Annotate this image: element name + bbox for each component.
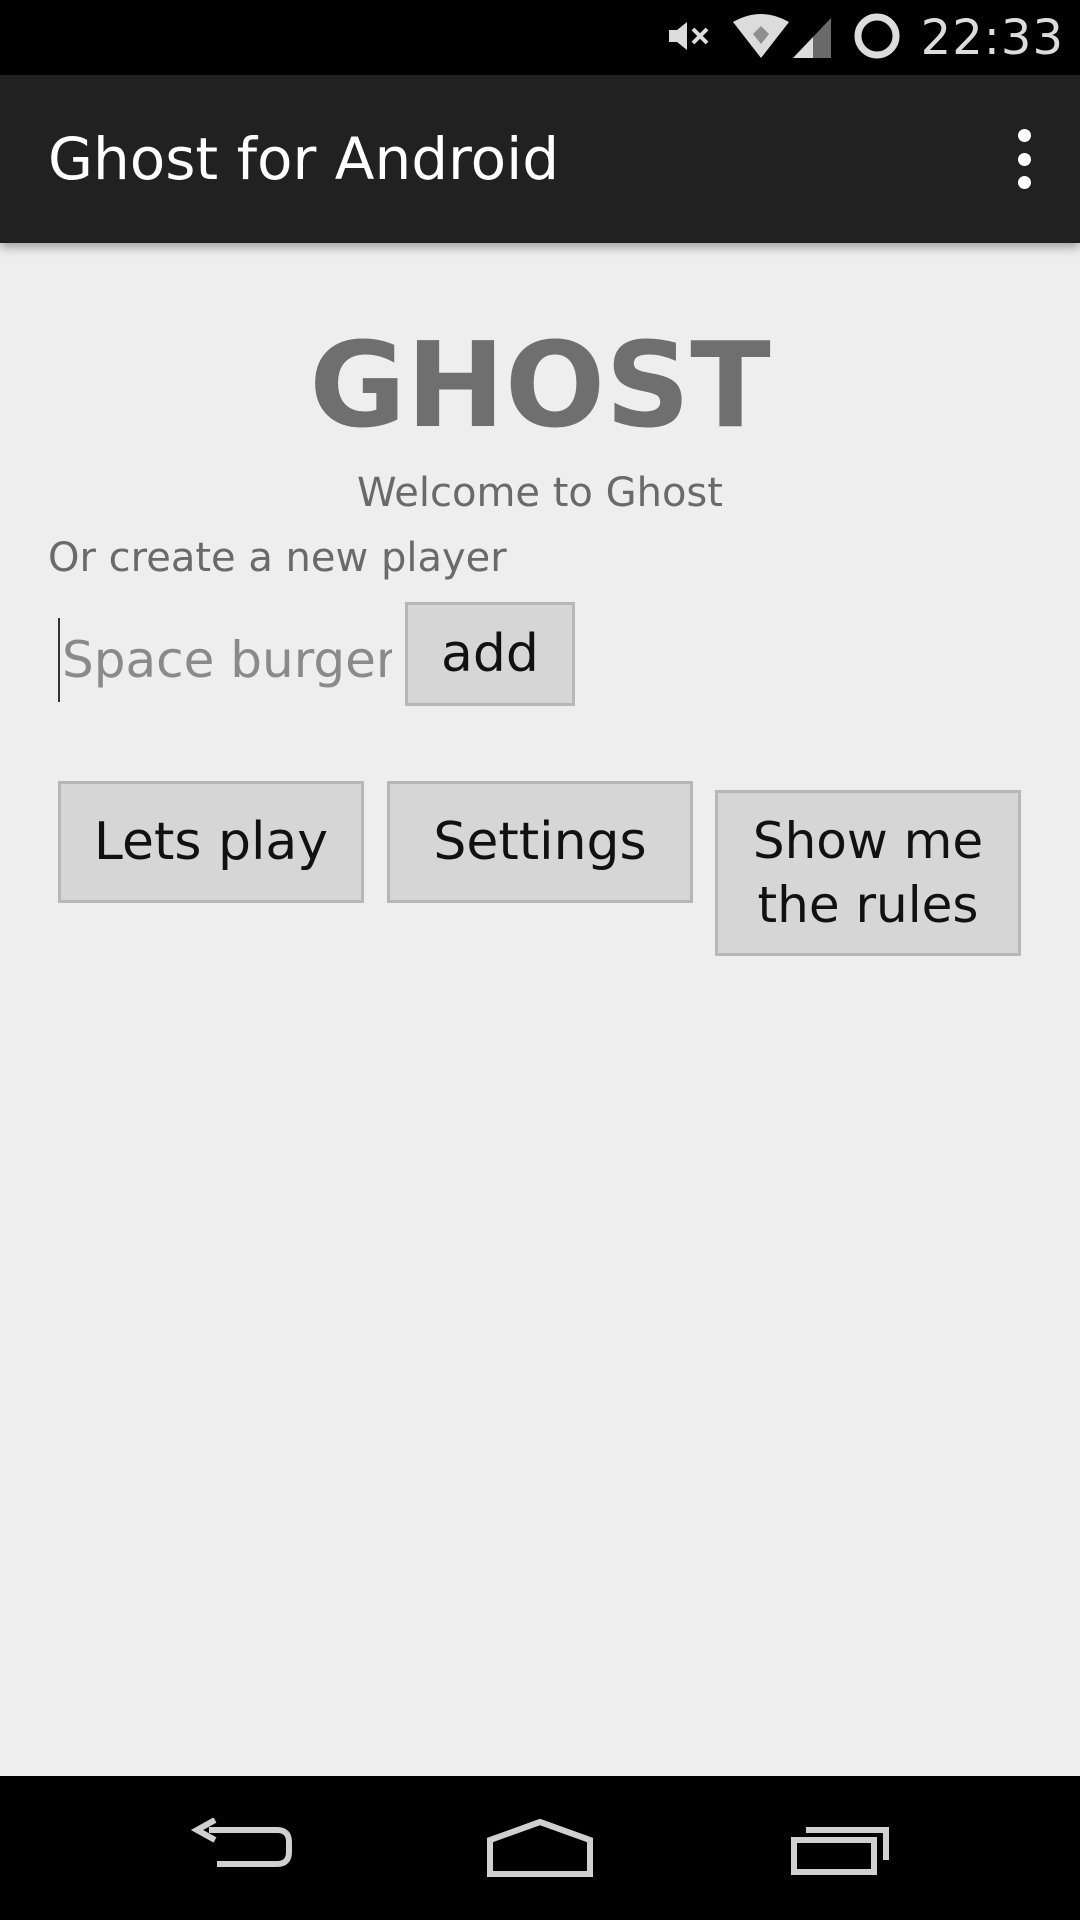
app-title: Ghost for Android xyxy=(48,125,560,193)
create-player-label: Or create a new player xyxy=(48,535,507,581)
player-name-input[interactable] xyxy=(58,618,392,702)
menu-dot xyxy=(1017,176,1031,189)
add-player-button[interactable]: add xyxy=(405,602,575,706)
back-icon[interactable] xyxy=(150,1776,330,1920)
status-icons: 22:33 xyxy=(665,0,1064,75)
game-logo: GHOST xyxy=(309,316,771,454)
status-bar: 22:33 xyxy=(0,0,1080,75)
clock: 22:33 xyxy=(920,9,1064,66)
lets-play-button[interactable]: Lets play xyxy=(58,781,364,903)
more-vert-icon[interactable] xyxy=(1004,129,1044,189)
recents-icon[interactable] xyxy=(750,1776,930,1920)
wifi-icon xyxy=(731,12,791,64)
sync-icon xyxy=(851,10,903,66)
signal-icon xyxy=(791,12,833,64)
settings-button[interactable]: Settings xyxy=(387,781,693,903)
action-bar: Ghost for Android xyxy=(0,75,1080,243)
mute-icon xyxy=(665,16,713,60)
menu-dot xyxy=(1017,152,1031,166)
home-icon[interactable] xyxy=(450,1776,630,1920)
menu-dot xyxy=(1017,129,1031,142)
welcome-text: Welcome to Ghost xyxy=(357,470,723,516)
show-rules-button[interactable]: Show me the rules xyxy=(715,790,1021,956)
nav-bar xyxy=(0,1776,1080,1920)
